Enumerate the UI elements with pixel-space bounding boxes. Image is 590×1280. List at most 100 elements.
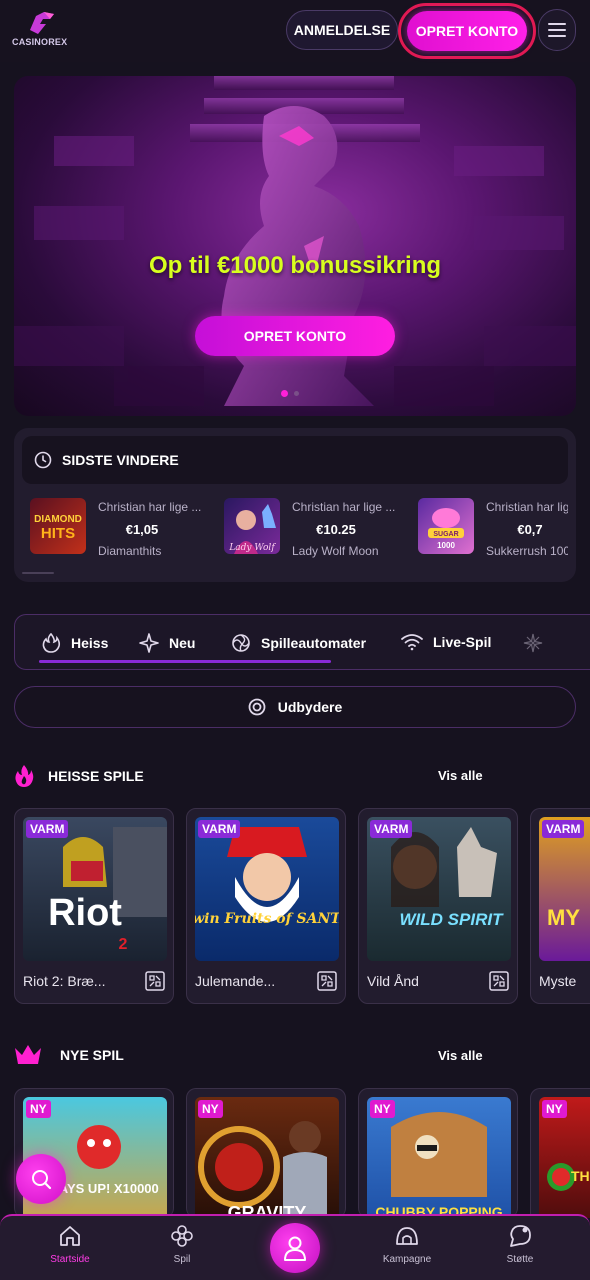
winner-item[interactable]: Lady Wolf Christian har lige ... €10.25 … bbox=[224, 498, 414, 558]
tab-more[interactable] bbox=[523, 633, 553, 653]
tab-live-spil[interactable]: Live-Spil bbox=[401, 633, 491, 651]
game-card[interactable]: WILD SPIRIT VARM Vild Ånd bbox=[358, 808, 518, 1004]
tab-spilleautomater[interactable]: Spilleautomater bbox=[231, 633, 366, 653]
carousel-dot-active[interactable] bbox=[281, 390, 288, 397]
nav-kampagne[interactable]: Kampagne bbox=[367, 1224, 447, 1265]
latest-winners-panel: SIDSTE VINDERE DIAMOND HITS Christian ha… bbox=[14, 428, 576, 582]
logo-text: CASINOREX bbox=[12, 37, 68, 47]
profile-button[interactable] bbox=[270, 1223, 320, 1273]
winner-text: Christian har lig bbox=[486, 500, 568, 514]
providers-label: Udbydere bbox=[277, 699, 343, 715]
tab-heiss[interactable]: Heiss bbox=[41, 633, 108, 653]
new-games-heading: NYE SPIL bbox=[14, 1044, 124, 1066]
tab-label: Live-Spil bbox=[433, 634, 492, 650]
crown-icon bbox=[15, 1045, 41, 1064]
winner-amount: €10.25 bbox=[316, 522, 356, 537]
new-badge: NY bbox=[370, 1100, 395, 1118]
search-fab-button[interactable] bbox=[16, 1154, 66, 1204]
new-games-title: NYE SPIL bbox=[60, 1047, 124, 1063]
santa-art-text: Twin Fruits of SANTA bbox=[195, 911, 339, 927]
nav-spil[interactable]: Spil bbox=[142, 1224, 222, 1265]
review-button[interactable]: ANMELDELSE bbox=[286, 10, 398, 50]
flame-icon bbox=[15, 765, 34, 787]
latest-winners-title: SIDSTE VINDERE bbox=[62, 452, 179, 468]
game-art: TH NY bbox=[539, 1097, 590, 1218]
target-icon bbox=[248, 698, 266, 716]
winner-amount: €1,05 bbox=[125, 522, 159, 537]
winner-game: Diamanthits bbox=[98, 544, 162, 558]
signup-button[interactable]: OPRET KONTO bbox=[407, 11, 527, 51]
santa-game-art: Twin Fruits of SANTA bbox=[195, 827, 339, 927]
game-card[interactable]: MY VARM Myste bbox=[530, 808, 590, 1004]
nav-label: Startside bbox=[50, 1254, 90, 1265]
hot-games-title: HEISSE SPILE bbox=[48, 768, 144, 784]
search-icon bbox=[32, 1170, 52, 1190]
hot-games-view-all-link[interactable]: Vis alle bbox=[438, 768, 483, 783]
nav-label: Kampagne bbox=[382, 1254, 432, 1265]
hot-badge: VARM bbox=[370, 820, 413, 838]
game-art: MY VARM bbox=[539, 817, 590, 961]
winner-item[interactable]: DIAMOND HITS Christian har lige ... €1,0… bbox=[30, 498, 220, 558]
tab-label: Heiss bbox=[71, 635, 109, 651]
winner-text: Christian har lige ... bbox=[98, 500, 202, 514]
signup-highlight-frame: OPRET KONTO bbox=[398, 3, 536, 59]
winner-item[interactable]: SUGAR 1000 Christian har lig €0,7 Sukker… bbox=[418, 498, 568, 558]
user-icon bbox=[284, 1236, 306, 1261]
svg-text:Lady Wolf: Lady Wolf bbox=[228, 543, 276, 553]
game-card[interactable]: Riot 2 VARM Riot 2: Bræ... bbox=[14, 808, 174, 1004]
menu-button[interactable] bbox=[538, 9, 576, 51]
game-name: Julemande... bbox=[195, 973, 276, 989]
hot-badge: VARM bbox=[198, 820, 241, 838]
game-art: Riot 2 VARM bbox=[23, 817, 167, 961]
diamond-hits-thumbnail: DIAMOND HITS bbox=[34, 514, 82, 542]
campaign-icon bbox=[396, 1227, 418, 1245]
game-art: Twin Fruits of SANTA VARM bbox=[195, 817, 339, 961]
svg-text:1000: 1000 bbox=[437, 541, 455, 550]
carousel-dot[interactable] bbox=[294, 391, 299, 396]
new-games-view-all-link[interactable]: Vis alle bbox=[438, 1048, 483, 1063]
tab-label: Neu bbox=[169, 635, 196, 651]
new-badge: NY bbox=[542, 1100, 567, 1118]
mystery-game-art: MY bbox=[547, 905, 580, 930]
game-info-icon[interactable] bbox=[489, 971, 509, 991]
clover-icon bbox=[171, 1225, 193, 1247]
nav-startside[interactable]: Startside bbox=[30, 1224, 110, 1265]
hot-badge: VARM bbox=[26, 820, 69, 838]
game-card[interactable]: GRAVITY NY bbox=[186, 1088, 346, 1218]
header: CASINOREX ANMELDELSE OPRET KONTO bbox=[0, 0, 590, 62]
game-card[interactable]: Twin Fruits of SANTA VARM Julemande... bbox=[186, 808, 346, 1004]
mystery-art-text: MY bbox=[547, 905, 580, 930]
category-tabs: Heiss Neu Spilleautomater Live-Spil bbox=[14, 614, 590, 670]
sugar-rush-thumbnail: SUGAR 1000 bbox=[428, 508, 464, 550]
wild-spirit-game-art: WILD SPIRIT bbox=[391, 827, 504, 929]
nav-stotte[interactable]: Støtte bbox=[480, 1224, 560, 1265]
casinorex-logo[interactable]: CASINOREX bbox=[12, 10, 68, 50]
nav-label: Støtte bbox=[506, 1254, 534, 1265]
hero-signup-button[interactable]: OPRET KONTO bbox=[195, 316, 395, 356]
game-name: Riot 2: Bræ... bbox=[23, 973, 106, 989]
svg-text:DIAMOND: DIAMOND bbox=[34, 514, 82, 525]
svg-text:HITS: HITS bbox=[41, 525, 75, 542]
game-info-icon[interactable] bbox=[317, 971, 337, 991]
winner-game: Sukkerrush 100 bbox=[486, 544, 568, 558]
sparkle-icon bbox=[139, 633, 159, 653]
game-name: Myste bbox=[539, 973, 577, 989]
chat-icon bbox=[510, 1225, 531, 1247]
game-card[interactable]: TH NY bbox=[530, 1088, 590, 1218]
svg-text:2: 2 bbox=[119, 936, 128, 953]
hero-dinosaur-art bbox=[14, 76, 576, 406]
hero-title: Op til €1000 bonussikring bbox=[148, 252, 442, 279]
game-card[interactable]: CHUBBY POPPING NY bbox=[358, 1088, 518, 1218]
latest-winners-header: SIDSTE VINDERE bbox=[22, 436, 568, 484]
tab-neu[interactable]: Neu bbox=[139, 633, 195, 653]
home-icon bbox=[60, 1226, 80, 1246]
hero-banner[interactable]: Op til €1000 bonussikring OPRET KONTO bbox=[14, 76, 576, 416]
game-art: GRAVITY NY bbox=[195, 1097, 339, 1218]
tab-label: Spilleautomater bbox=[261, 635, 367, 651]
providers-button[interactable]: Udbydere bbox=[14, 686, 576, 728]
hot-games-heading: HEISSE SPILE bbox=[14, 764, 144, 788]
dino-logo-icon bbox=[30, 12, 54, 34]
new-badge: NY bbox=[26, 1100, 51, 1118]
nav-label: Spil bbox=[173, 1254, 191, 1265]
game-info-icon[interactable] bbox=[145, 971, 165, 991]
